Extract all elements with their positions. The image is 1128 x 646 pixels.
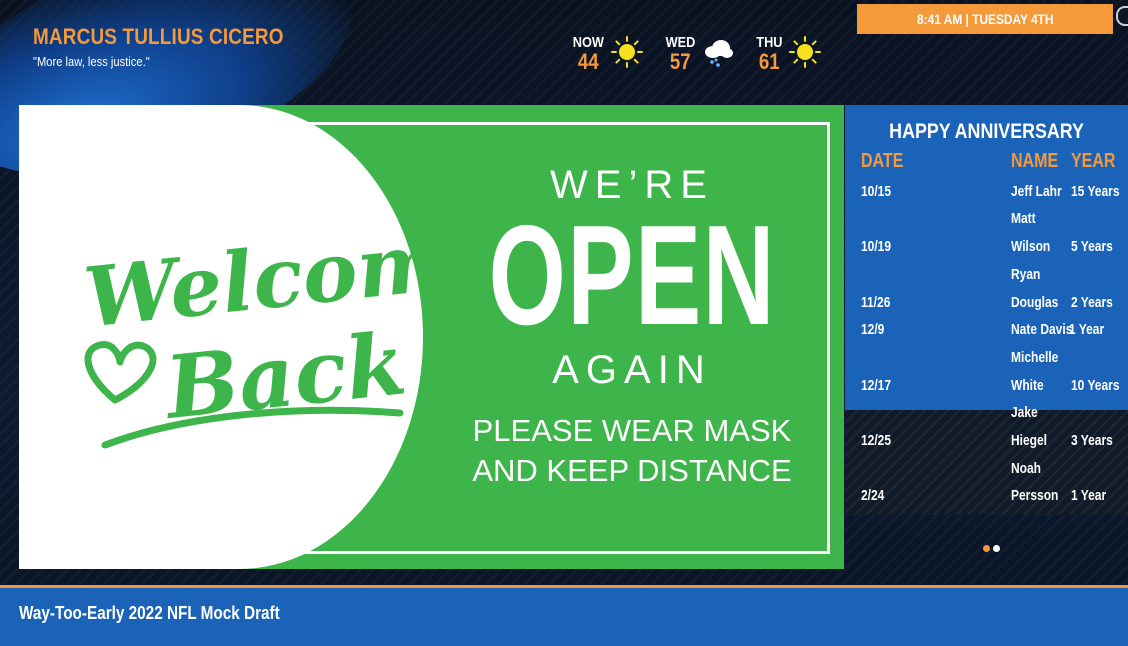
- pagination-dots: [983, 545, 1000, 552]
- anniversary-years: 10 Years: [1071, 377, 1120, 394]
- anniversary-date: 2/24: [861, 487, 885, 504]
- pagination-dot-active[interactable]: [983, 545, 990, 552]
- clock-bar: 8:41 AM | TUESDAY 4TH: [857, 4, 1113, 34]
- anniversary-name: Hiegel: [1011, 432, 1048, 449]
- anniversary-date: 10/19: [861, 238, 892, 255]
- anniversary-name: Michelle: [1011, 349, 1059, 366]
- anniversary-years: 1 Year: [1069, 321, 1105, 338]
- col-header-name: NAME: [1011, 150, 1059, 172]
- mask-line-1: PLEASE WEAR MASK: [472, 413, 792, 448]
- anniversary-name: White: [1011, 377, 1044, 394]
- weather-temp: 61: [758, 49, 780, 74]
- mask-line-2: AND KEEP DISTANCE: [472, 453, 792, 488]
- quote-block: MARCUS TULLIUS CICERO "More law, less ju…: [33, 24, 324, 69]
- clock-text: 8:41 AM | TUESDAY 4TH: [916, 11, 1054, 27]
- sun-icon: [610, 36, 643, 68]
- mask-text: PLEASE WEAR MASK AND KEEP DISTANCE: [472, 411, 791, 491]
- anniversary-years: 3 Years: [1071, 432, 1113, 449]
- poster-message: WE’RE OPEN AGAIN PLEASE WEAR MASK AND KE…: [459, 163, 805, 491]
- anniversary-name: Persson: [1011, 487, 1059, 504]
- quote-text: "More law, less justice.": [33, 54, 150, 69]
- anniversary-date: 12/17: [861, 377, 892, 394]
- anniversary-name: Wilson: [1011, 238, 1051, 255]
- anniversary-name: Jake: [1011, 404, 1038, 421]
- anniversary-years: 15 Years: [1071, 183, 1120, 200]
- edge-circle-icon: [1116, 6, 1128, 26]
- col-header-date: DATE: [861, 150, 904, 172]
- anniversary-name: Douglas: [1011, 294, 1059, 311]
- weather-wed: WED 57: [663, 34, 736, 73]
- anniversary-years: 5 Years: [1071, 238, 1113, 255]
- anniversary-date: 11/26: [861, 294, 891, 311]
- weather-temp: 44: [577, 49, 599, 74]
- cloud-rain-icon: [704, 40, 733, 67]
- anniversary-date: 10/15: [861, 183, 892, 200]
- anniversary-name: Ryan: [1011, 266, 1041, 283]
- news-ticker: Way-Too-Early 2022 NFL Mock Draft: [0, 585, 1128, 646]
- heart-icon: [84, 341, 157, 404]
- open-text: OPEN: [488, 196, 776, 355]
- pagination-dot[interactable]: [993, 545, 1000, 552]
- quote-author: MARCUS TULLIUS CICERO: [33, 24, 284, 49]
- anniversary-date: 12/25: [861, 432, 892, 449]
- anniversary-name: Jeff Lahr: [1011, 183, 1062, 200]
- anniversary-name: Matt: [1011, 210, 1036, 227]
- welcome-poster: Welcome Back WE’RE OPEN AGAIN PLEASE WEA…: [19, 105, 844, 569]
- anniversary-date: 12/9: [861, 321, 885, 338]
- anniversary-title: HAPPY ANNIVERSARY: [889, 120, 1084, 143]
- weather-forecast: NOW 44 WED 57 THU 61: [570, 34, 823, 73]
- col-header-year: YEAR: [1071, 150, 1116, 172]
- weather-now: NOW 44: [570, 34, 645, 73]
- anniversary-years: 2 Years: [1071, 294, 1113, 311]
- ticker-text: Way-Too-Early 2022 NFL Mock Draft: [19, 603, 280, 623]
- anniversary-years: 1 Year: [1071, 487, 1107, 504]
- weather-temp: 57: [669, 49, 691, 74]
- welcome-back-lettering: Welcome Back: [80, 210, 415, 449]
- anniversary-name: Noah: [1011, 460, 1041, 477]
- sun-icon: [788, 36, 821, 68]
- weather-thu: THU 61: [754, 34, 823, 73]
